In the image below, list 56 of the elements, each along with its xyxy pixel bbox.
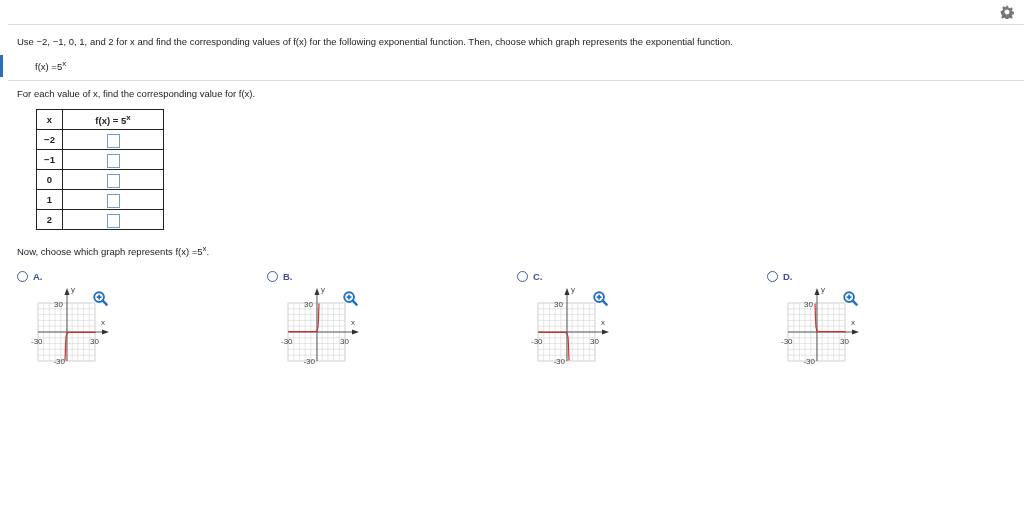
tick-label: 30 (340, 337, 349, 347)
answer-box[interactable] (106, 173, 120, 188)
option-label[interactable]: B. (283, 271, 293, 283)
table-cell: 1 (36, 189, 63, 210)
tick-label: 30 (590, 337, 599, 347)
axis-label: y (821, 285, 825, 295)
tick-label: 30 (304, 300, 313, 310)
zoom-in-icon[interactable] (343, 291, 358, 307)
option-label[interactable]: A. (33, 271, 43, 283)
tick-label: -30 (281, 337, 293, 347)
column-header: x (36, 109, 63, 130)
x-axis (787, 329, 859, 335)
answer-box[interactable] (106, 153, 120, 168)
x-axis (287, 329, 359, 335)
tick-label: -30 (531, 337, 543, 347)
axis-label: x (851, 318, 855, 328)
tick-label: -30 (53, 357, 65, 367)
answer-box[interactable] (106, 133, 120, 148)
tick-label: 30 (840, 337, 849, 347)
answer-box[interactable] (106, 193, 120, 208)
tick-label: -30 (553, 357, 565, 367)
axis-label: y (321, 285, 325, 295)
x-axis (37, 329, 109, 335)
tick-label: 30 (554, 300, 563, 310)
axis-label: x (601, 318, 605, 328)
function-formula: f(x) =5$^{x}$ (35, 58, 68, 75)
axis-label: y (571, 285, 575, 295)
function-curve (287, 303, 320, 333)
x-axis (537, 329, 609, 335)
settings-icon[interactable] (1000, 5, 1014, 19)
table-cell: 2 (36, 209, 63, 230)
function-curve (814, 303, 847, 333)
tick-label: -30 (781, 337, 793, 347)
zoom-in-icon[interactable] (843, 291, 858, 307)
option-label[interactable]: C. (533, 271, 543, 283)
answer-box[interactable] (106, 213, 120, 228)
column-header: f(x) = 5$^{x}$ (62, 109, 164, 130)
zoom-in-icon[interactable] (93, 291, 108, 307)
table-prompt: For each value of x, find the corresponding value for f(x). (17, 87, 257, 102)
table-cell: 0 (36, 169, 63, 190)
axis-label: x (351, 318, 355, 328)
tick-label: 30 (804, 300, 813, 310)
tick-label: 30 (90, 337, 99, 347)
graph-prompt: Now, choose which graph represents f(x) =5$^{x}$. (17, 243, 211, 260)
tick-label: -30 (303, 357, 315, 367)
tick-label: -30 (31, 337, 43, 347)
axis-label: x (101, 318, 105, 328)
table-cell: −2 (36, 129, 63, 150)
axis-label: y (71, 285, 75, 295)
table-cell: −1 (36, 149, 63, 170)
tick-label: 30 (54, 300, 63, 310)
tick-label: -30 (803, 357, 815, 367)
question-text: Use −2, −1, 0, 1, and 2 for x and find the corresponding values of f(x) for the following exponential function. Then, choose which graph represents the exponential function. (17, 35, 734, 49)
function-curve (64, 332, 97, 362)
option-label[interactable]: D. (783, 271, 793, 283)
zoom-in-icon[interactable] (593, 291, 608, 307)
